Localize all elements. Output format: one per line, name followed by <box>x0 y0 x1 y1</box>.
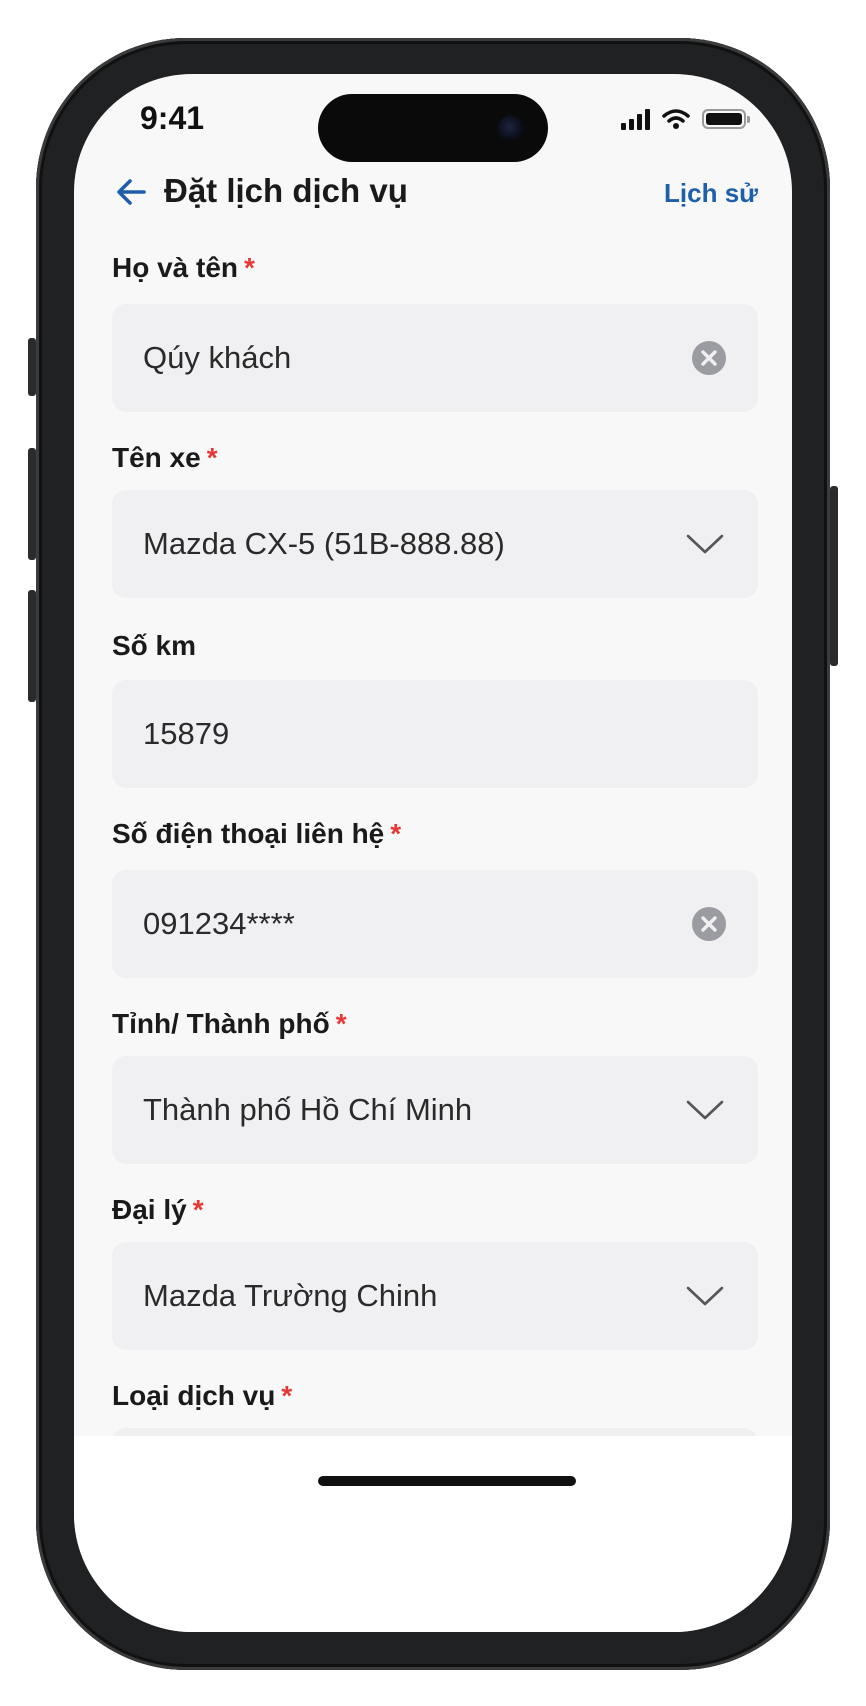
battery-icon <box>702 109 750 129</box>
field-label-phone: Số điện thoại liên hệ * <box>112 818 402 849</box>
province-select[interactable]: Thành phố Hồ Chí Minh <box>112 1056 758 1164</box>
power-button <box>830 486 838 666</box>
volume-up-button <box>28 448 36 560</box>
action-button <box>28 338 36 396</box>
app-screen: 9:41 Đặt lịch dịch vụ Lịch sử Họ và tên *… <box>74 74 792 1632</box>
field-label-vehicle: Tên xe * <box>112 442 218 473</box>
field-label-dealer: Đại lý * <box>112 1194 204 1225</box>
back-arrow-icon[interactable] <box>112 172 152 212</box>
clear-icon[interactable] <box>691 340 727 376</box>
volume-down-button <box>28 590 36 702</box>
app-header: Đặt lịch dịch vụ Lịch sử <box>112 162 758 222</box>
odometer-input-value: 15879 <box>143 716 230 751</box>
chevron-down-icon <box>686 1286 724 1306</box>
wifi-icon <box>662 109 690 129</box>
camera-icon <box>498 115 524 141</box>
chevron-down-icon <box>686 1100 724 1120</box>
field-label-service-type: Loại dịch vụ * <box>112 1380 293 1411</box>
field-label-province: Tỉnh/ Thành phố * <box>112 1008 347 1039</box>
phone-input[interactable]: 091234**** <box>112 870 758 978</box>
field-label-odometer: Số km <box>112 630 197 661</box>
bottom-safe-area <box>74 1436 792 1632</box>
odometer-input[interactable]: 15879 <box>112 680 758 788</box>
name-input[interactable]: Qúy khách <box>112 304 758 412</box>
status-icons <box>621 108 750 130</box>
vehicle-select[interactable]: Mazda CX-5 (51B-888.88) <box>112 490 758 598</box>
cellular-signal-icon <box>621 108 650 130</box>
dynamic-island <box>318 94 548 162</box>
page-title: Đặt lịch dịch vụ <box>164 172 408 209</box>
dealer-select[interactable]: Mazda Trường Chinh <box>112 1242 758 1350</box>
field-label-name: Họ và tên * <box>112 252 255 283</box>
province-select-value: Thành phố Hồ Chí Minh <box>143 1092 473 1127</box>
status-time: 9:41 <box>140 100 205 136</box>
phone-input-value: 091234**** <box>143 906 295 941</box>
clear-icon[interactable] <box>691 906 727 942</box>
name-input-value: Qúy khách <box>143 340 292 375</box>
vehicle-select-value: Mazda CX-5 (51B-888.88) <box>143 526 505 561</box>
history-link[interactable]: Lịch sử <box>664 178 758 209</box>
home-indicator[interactable] <box>318 1476 576 1486</box>
chevron-down-icon <box>686 534 724 554</box>
dealer-select-value: Mazda Trường Chinh <box>143 1278 438 1313</box>
